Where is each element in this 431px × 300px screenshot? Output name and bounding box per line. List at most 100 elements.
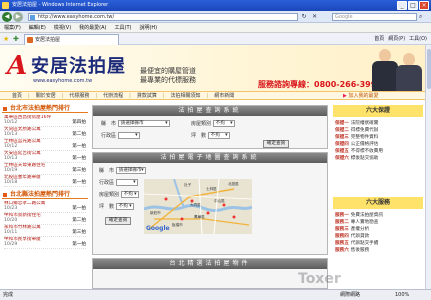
map-label: 北投區 bbox=[228, 182, 239, 186]
map-label: 萬華區 bbox=[194, 215, 205, 219]
list-item[interactable]: 士林區莒光路公寓 10/12 第一拍 bbox=[4, 139, 86, 151]
map-ping-select[interactable]: 不拘 bbox=[115, 203, 134, 210]
list-item[interactable]: 服務一 免費法拍屋資訊 bbox=[335, 212, 423, 219]
zoom-level[interactable]: 100% bbox=[395, 290, 409, 300]
map-type-select[interactable]: 不拘 bbox=[120, 191, 139, 198]
stop-icon[interactable]: ✕ bbox=[311, 13, 319, 21]
listing-date: 10/12 bbox=[4, 144, 18, 149]
search-input[interactable]: Google bbox=[332, 13, 417, 21]
list-item[interactable]: 服務二 專人實地勘查 bbox=[335, 219, 423, 226]
list-item[interactable]: 保證三 完整物件資料 bbox=[335, 134, 423, 141]
city-label: 縣 市 bbox=[101, 121, 117, 127]
district-row: 行政區 bbox=[101, 132, 140, 140]
item-key: 服務三 bbox=[335, 227, 349, 232]
item-key: 服務四 bbox=[335, 234, 349, 239]
back-button[interactable]: ◀ bbox=[2, 12, 12, 22]
favorites-star-icon[interactable]: ★ bbox=[3, 35, 9, 43]
item-value: 公正價格評估 bbox=[350, 142, 379, 147]
map-district-select[interactable] bbox=[115, 179, 138, 186]
search-submit-button[interactable]: 確定查詢 bbox=[263, 140, 289, 148]
tab-label: 安居法拍屋 bbox=[35, 37, 61, 43]
electronic-map[interactable]: 社子 士林區 北投區 大同區 中山區 萬華區 板橋市 新莊市 Google bbox=[144, 179, 252, 234]
list-item[interactable]: 萬華區西昌街房屋16坪 10/12 第四拍 bbox=[4, 115, 86, 127]
nav-home[interactable]: 首頁 bbox=[12, 92, 22, 99]
district-label: 行政區 bbox=[101, 133, 117, 139]
page-menu[interactable]: 網頁(P) bbox=[388, 34, 405, 44]
list-item[interactable]: 保證四 公正價格評估 bbox=[335, 141, 423, 148]
forward-button[interactable]: ▶ bbox=[13, 12, 23, 22]
menu-file[interactable]: 檔案(F) bbox=[4, 23, 21, 32]
list-item[interactable]: 大安區延吉街公寓 10/13 第一拍 bbox=[4, 151, 86, 163]
menu-tools[interactable]: 工具(T) bbox=[115, 23, 132, 32]
listing-round: 第二拍 bbox=[72, 218, 86, 223]
list-item[interactable]: 北投區豐年路華廈 10/18 第一拍 bbox=[4, 175, 86, 187]
minimize-button[interactable]: _ bbox=[397, 1, 407, 10]
item-key: 保證六 bbox=[335, 156, 349, 161]
item-key: 服務二 bbox=[335, 220, 349, 225]
ping-select[interactable]: 不拘 bbox=[207, 132, 230, 139]
nav-loan-calc[interactable]: 貸款試算 bbox=[137, 92, 157, 99]
add-favorites-icon[interactable]: ✚ bbox=[13, 35, 19, 43]
list-item[interactable]: 服務六 售後服務 bbox=[335, 247, 423, 254]
refresh-icon[interactable]: ↻ bbox=[300, 13, 308, 21]
list-item[interactable]: 保證六 標後點交協助 bbox=[335, 155, 423, 162]
type-select[interactable]: 不拘 bbox=[212, 120, 235, 127]
home-button[interactable]: 首頁 bbox=[374, 34, 384, 44]
item-value: 代辦貸款 bbox=[350, 234, 370, 239]
map-search-button[interactable]: 確定查詢 bbox=[105, 217, 131, 225]
page-icon bbox=[30, 15, 35, 20]
city-select[interactable]: 請選擇縣市 bbox=[117, 120, 170, 127]
status-text: 完成 bbox=[3, 292, 14, 298]
listing-date: 10/13 bbox=[4, 156, 18, 161]
maximize-button[interactable]: □ bbox=[408, 1, 418, 10]
menu-view[interactable]: 檢視(V) bbox=[54, 23, 71, 32]
item-value: 得標免費代辦 bbox=[350, 128, 379, 133]
search-icon[interactable]: ⌕ bbox=[419, 13, 428, 21]
scrollbar-thumb[interactable] bbox=[427, 49, 431, 89]
list-item[interactable]: 保證五 不得標不收費用 bbox=[335, 148, 423, 155]
list-item[interactable]: 服務五 代辦點交手續 bbox=[335, 240, 423, 247]
address-input[interactable]: http://www.easyhome.com.tw/ bbox=[28, 13, 298, 21]
listing-round: 第四拍 bbox=[72, 120, 86, 125]
list-item[interactable]: 士林區天母東路住宅 10/19 第三拍 bbox=[4, 163, 86, 175]
map-city-select[interactable]: 請選擇縣市 bbox=[115, 167, 146, 174]
list-item[interactable]: 林口鄉忠孝二路公寓 10/23 第一拍 bbox=[4, 201, 86, 213]
map-panel-title: 法拍屋電子地圖查詢系統 bbox=[93, 153, 327, 163]
site-header: A 安居法拍屋 www.easyhome.com.tw 最便宜的購屋管道 最專業… bbox=[0, 45, 425, 91]
menu-help[interactable]: 說明(H) bbox=[139, 23, 157, 32]
add-favorites-link[interactable]: 加入我的最愛 bbox=[343, 92, 378, 100]
service-heading: 六大服務 bbox=[333, 197, 423, 209]
menu-favorites[interactable]: 我的最愛(A) bbox=[79, 23, 106, 32]
list-item[interactable]: 中和市民享街華廈 10/29 第一拍 bbox=[4, 237, 86, 249]
taipei-hot-list: 萬華區西昌街房屋16坪 10/12 第四拍 大同區太原路公寓 10/13 第二拍 士… bbox=[4, 115, 86, 187]
nav-about[interactable]: 關於安居 bbox=[36, 92, 56, 99]
list-item[interactable]: 中和市景新街住宅 10/20 第二拍 bbox=[4, 213, 86, 225]
list-item[interactable]: 大同區太原路公寓 10/13 第二拍 bbox=[4, 127, 86, 139]
menu-bar: 檔案(F) 編輯(E) 檢視(V) 我的最愛(A) 工具(T) 說明(H) bbox=[0, 23, 431, 33]
menu-edit[interactable]: 編輯(E) bbox=[29, 23, 46, 32]
vertical-scrollbar[interactable] bbox=[425, 45, 431, 289]
list-item[interactable]: 永和市竹林路公寓 10/11 第三拍 bbox=[4, 225, 86, 237]
taipei-county-hot-heading: 台北縣法拍屋熱門排行 bbox=[2, 191, 88, 199]
list-item[interactable]: 服務三 產權分析 bbox=[335, 226, 423, 233]
nav-process[interactable]: 代辦流程 bbox=[103, 92, 123, 99]
close-button[interactable]: × bbox=[419, 1, 429, 10]
listing-date: 10/18 bbox=[4, 180, 18, 185]
map-city-label: 縣 市 bbox=[99, 168, 115, 174]
tools-menu[interactable]: 工具(O) bbox=[409, 34, 427, 44]
list-item[interactable]: 服務四 代辦貸款 bbox=[335, 233, 423, 240]
list-item[interactable]: 保證二 得標免費代辦 bbox=[335, 127, 423, 134]
nav-bid-service[interactable]: 代標服務 bbox=[69, 92, 89, 99]
list-item[interactable]: 保證一 法院權狀確實 bbox=[335, 120, 423, 127]
listing-round: 第一拍 bbox=[72, 206, 86, 211]
taipei-hot-heading: 台北市法拍屋熱門排行 bbox=[2, 105, 88, 113]
map-label: 大同區 bbox=[190, 203, 201, 207]
window-title: 安居法拍屋 - Windows Internet Explorer bbox=[12, 2, 109, 8]
district-select[interactable] bbox=[117, 132, 140, 139]
item-value: 完整物件資料 bbox=[350, 135, 379, 140]
tab-active[interactable]: 安居法拍屋 bbox=[24, 34, 119, 45]
listing-date: 10/13 bbox=[4, 132, 18, 137]
nav-news[interactable]: 網市新聞 bbox=[214, 92, 234, 99]
status-bar: 完成 網際網路 100% bbox=[0, 289, 431, 300]
nav-auction-info[interactable]: 法拍相關須知 bbox=[171, 92, 201, 99]
